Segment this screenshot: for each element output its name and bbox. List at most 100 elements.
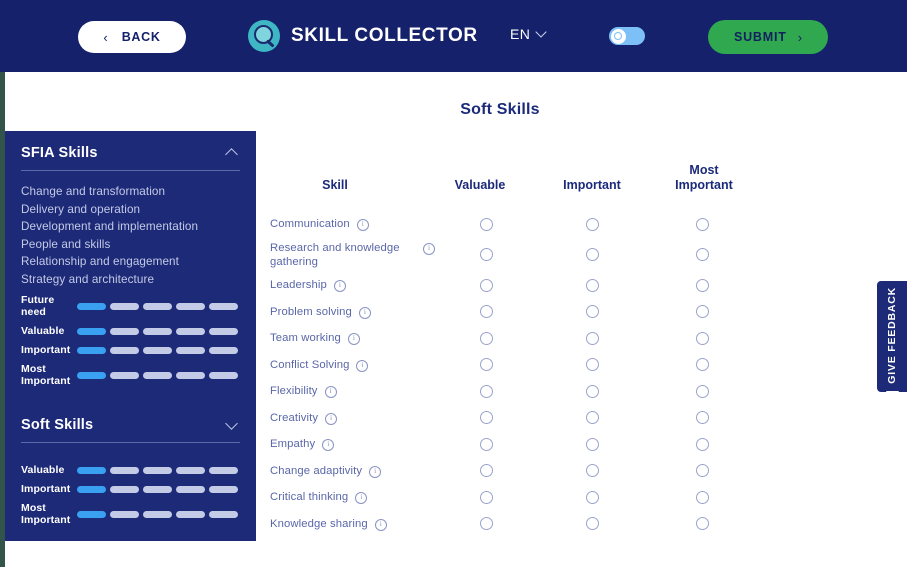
radio-most-important[interactable]: [695, 517, 709, 530]
radio-important[interactable]: [585, 358, 599, 371]
progress-segment: [176, 466, 205, 474]
sidebar-item-strategy-and-architecture[interactable]: Strategy and architecture: [21, 271, 240, 289]
table-row: Conflict Solving: [270, 355, 770, 375]
radio-most-important[interactable]: [695, 217, 709, 231]
radio-important[interactable]: [585, 305, 599, 318]
radio-valuable[interactable]: [479, 248, 493, 261]
submit-button[interactable]: SUBMIT ›: [708, 20, 828, 54]
radio-valuable[interactable]: [479, 517, 493, 530]
sidebar-item-people-and-skills[interactable]: People and skills: [21, 236, 240, 254]
info-icon[interactable]: [423, 242, 435, 255]
radio-most-important[interactable]: [695, 384, 709, 398]
radio-cell-most-important: [647, 331, 757, 345]
radio-cell-most-important: [647, 411, 757, 424]
skill-name-cell: Research and knowledge gathering: [270, 241, 435, 269]
radio-valuable[interactable]: [479, 384, 493, 398]
radio-most-important[interactable]: [695, 305, 709, 318]
radio-valuable[interactable]: [479, 490, 493, 504]
radio-valuable[interactable]: [479, 411, 493, 424]
feedback-bubble-icon: [885, 390, 899, 396]
radio-most-important[interactable]: [695, 358, 709, 371]
sidebar-item-development-and-implementation[interactable]: Development and implementation: [21, 218, 240, 236]
sidebar-item-change-and-transformation[interactable]: Change and transformation: [21, 183, 240, 201]
radio-most-important[interactable]: [695, 464, 709, 477]
progress-segment: [110, 510, 139, 518]
radio-cell-valuable: [435, 517, 537, 530]
radio-most-important[interactable]: [695, 411, 709, 424]
chevron-down-icon[interactable]: [225, 417, 238, 430]
info-icon[interactable]: [324, 385, 337, 398]
sidebar-progress-meters-sfia: Future need Valuable Important Most Impo…: [21, 290, 240, 387]
radio-cell-valuable: [435, 490, 537, 504]
progress-segment: [77, 466, 106, 474]
brand-logo-group[interactable]: SKILL COLLECTOR: [248, 20, 478, 52]
radio-important[interactable]: [585, 490, 599, 504]
theme-toggle-switch[interactable]: [609, 27, 645, 45]
table-row: Leadership: [270, 275, 770, 295]
radio-valuable[interactable]: [479, 358, 493, 371]
progress-meter-row: Valuable: [21, 325, 240, 337]
sidebar-item-relationship-and-engagement[interactable]: Relationship and engagement: [21, 253, 240, 271]
radio-most-important[interactable]: [695, 437, 709, 451]
progress-segment: [77, 327, 106, 335]
info-icon[interactable]: [369, 465, 382, 478]
info-icon[interactable]: [325, 412, 338, 425]
progress-segment: [143, 302, 172, 310]
back-button[interactable]: ‹ BACK: [78, 21, 186, 53]
progress-segment: [143, 371, 172, 379]
give-feedback-tab[interactable]: GIVE FEEDBACK: [877, 281, 907, 396]
info-icon[interactable]: [333, 279, 346, 292]
radio-valuable[interactable]: [479, 437, 493, 451]
radio-important[interactable]: [585, 331, 599, 345]
radio-important[interactable]: [585, 384, 599, 398]
radio-most-important[interactable]: [695, 331, 709, 345]
radio-cell-most-important: [647, 384, 757, 398]
radio-cell-valuable: [435, 217, 537, 231]
skill-name-cell: Change adaptivity: [270, 464, 435, 478]
progress-segment: [110, 346, 139, 354]
radio-most-important[interactable]: [695, 248, 709, 261]
info-icon[interactable]: [356, 359, 369, 372]
radio-important[interactable]: [585, 217, 599, 231]
sidebar-section-header-sfia[interactable]: SFIA Skills: [21, 131, 240, 161]
language-selector[interactable]: EN: [510, 26, 547, 42]
info-icon[interactable]: [358, 306, 371, 319]
radio-valuable[interactable]: [479, 331, 493, 345]
table-row: Flexibility: [270, 381, 770, 401]
progress-segments: [77, 302, 238, 310]
progress-segments: [77, 346, 238, 354]
radio-valuable[interactable]: [479, 278, 493, 292]
info-icon[interactable]: [322, 438, 335, 451]
radio-most-important[interactable]: [695, 490, 709, 504]
chevron-up-icon[interactable]: [225, 148, 238, 161]
radio-important[interactable]: [585, 517, 599, 530]
progress-segment: [176, 327, 205, 335]
progress-segment: [176, 302, 205, 310]
radio-valuable[interactable]: [479, 305, 493, 318]
info-icon[interactable]: [374, 518, 387, 531]
radio-important[interactable]: [585, 278, 599, 292]
column-header-important: Important: [563, 177, 621, 192]
sidebar-section-header-soft[interactable]: Soft Skills: [21, 403, 240, 433]
app-page: ‹ BACK SKILL COLLECTOR EN SUBMIT › Soft …: [0, 0, 907, 567]
radio-important[interactable]: [585, 437, 599, 451]
radio-valuable[interactable]: [479, 464, 493, 477]
radio-most-important[interactable]: [695, 278, 709, 292]
sidebar-item-delivery-and-operation[interactable]: Delivery and operation: [21, 201, 240, 219]
info-icon[interactable]: [355, 491, 368, 504]
radio-important[interactable]: [585, 248, 599, 261]
radio-cell-important: [537, 464, 647, 477]
progress-segment: [77, 510, 106, 518]
progress-segment: [77, 485, 106, 493]
info-icon[interactable]: [347, 332, 360, 345]
progress-segment: [110, 302, 139, 310]
radio-cell-important: [537, 411, 647, 424]
progress-meter-row: Important: [21, 483, 240, 495]
radio-important[interactable]: [585, 411, 599, 424]
info-icon[interactable]: [356, 218, 369, 231]
radio-important[interactable]: [585, 464, 599, 477]
skill-name: Empathy: [270, 438, 316, 450]
skill-name-cell: Team working: [270, 331, 435, 345]
radio-valuable[interactable]: [479, 217, 493, 231]
radio-cell-valuable: [435, 358, 537, 371]
